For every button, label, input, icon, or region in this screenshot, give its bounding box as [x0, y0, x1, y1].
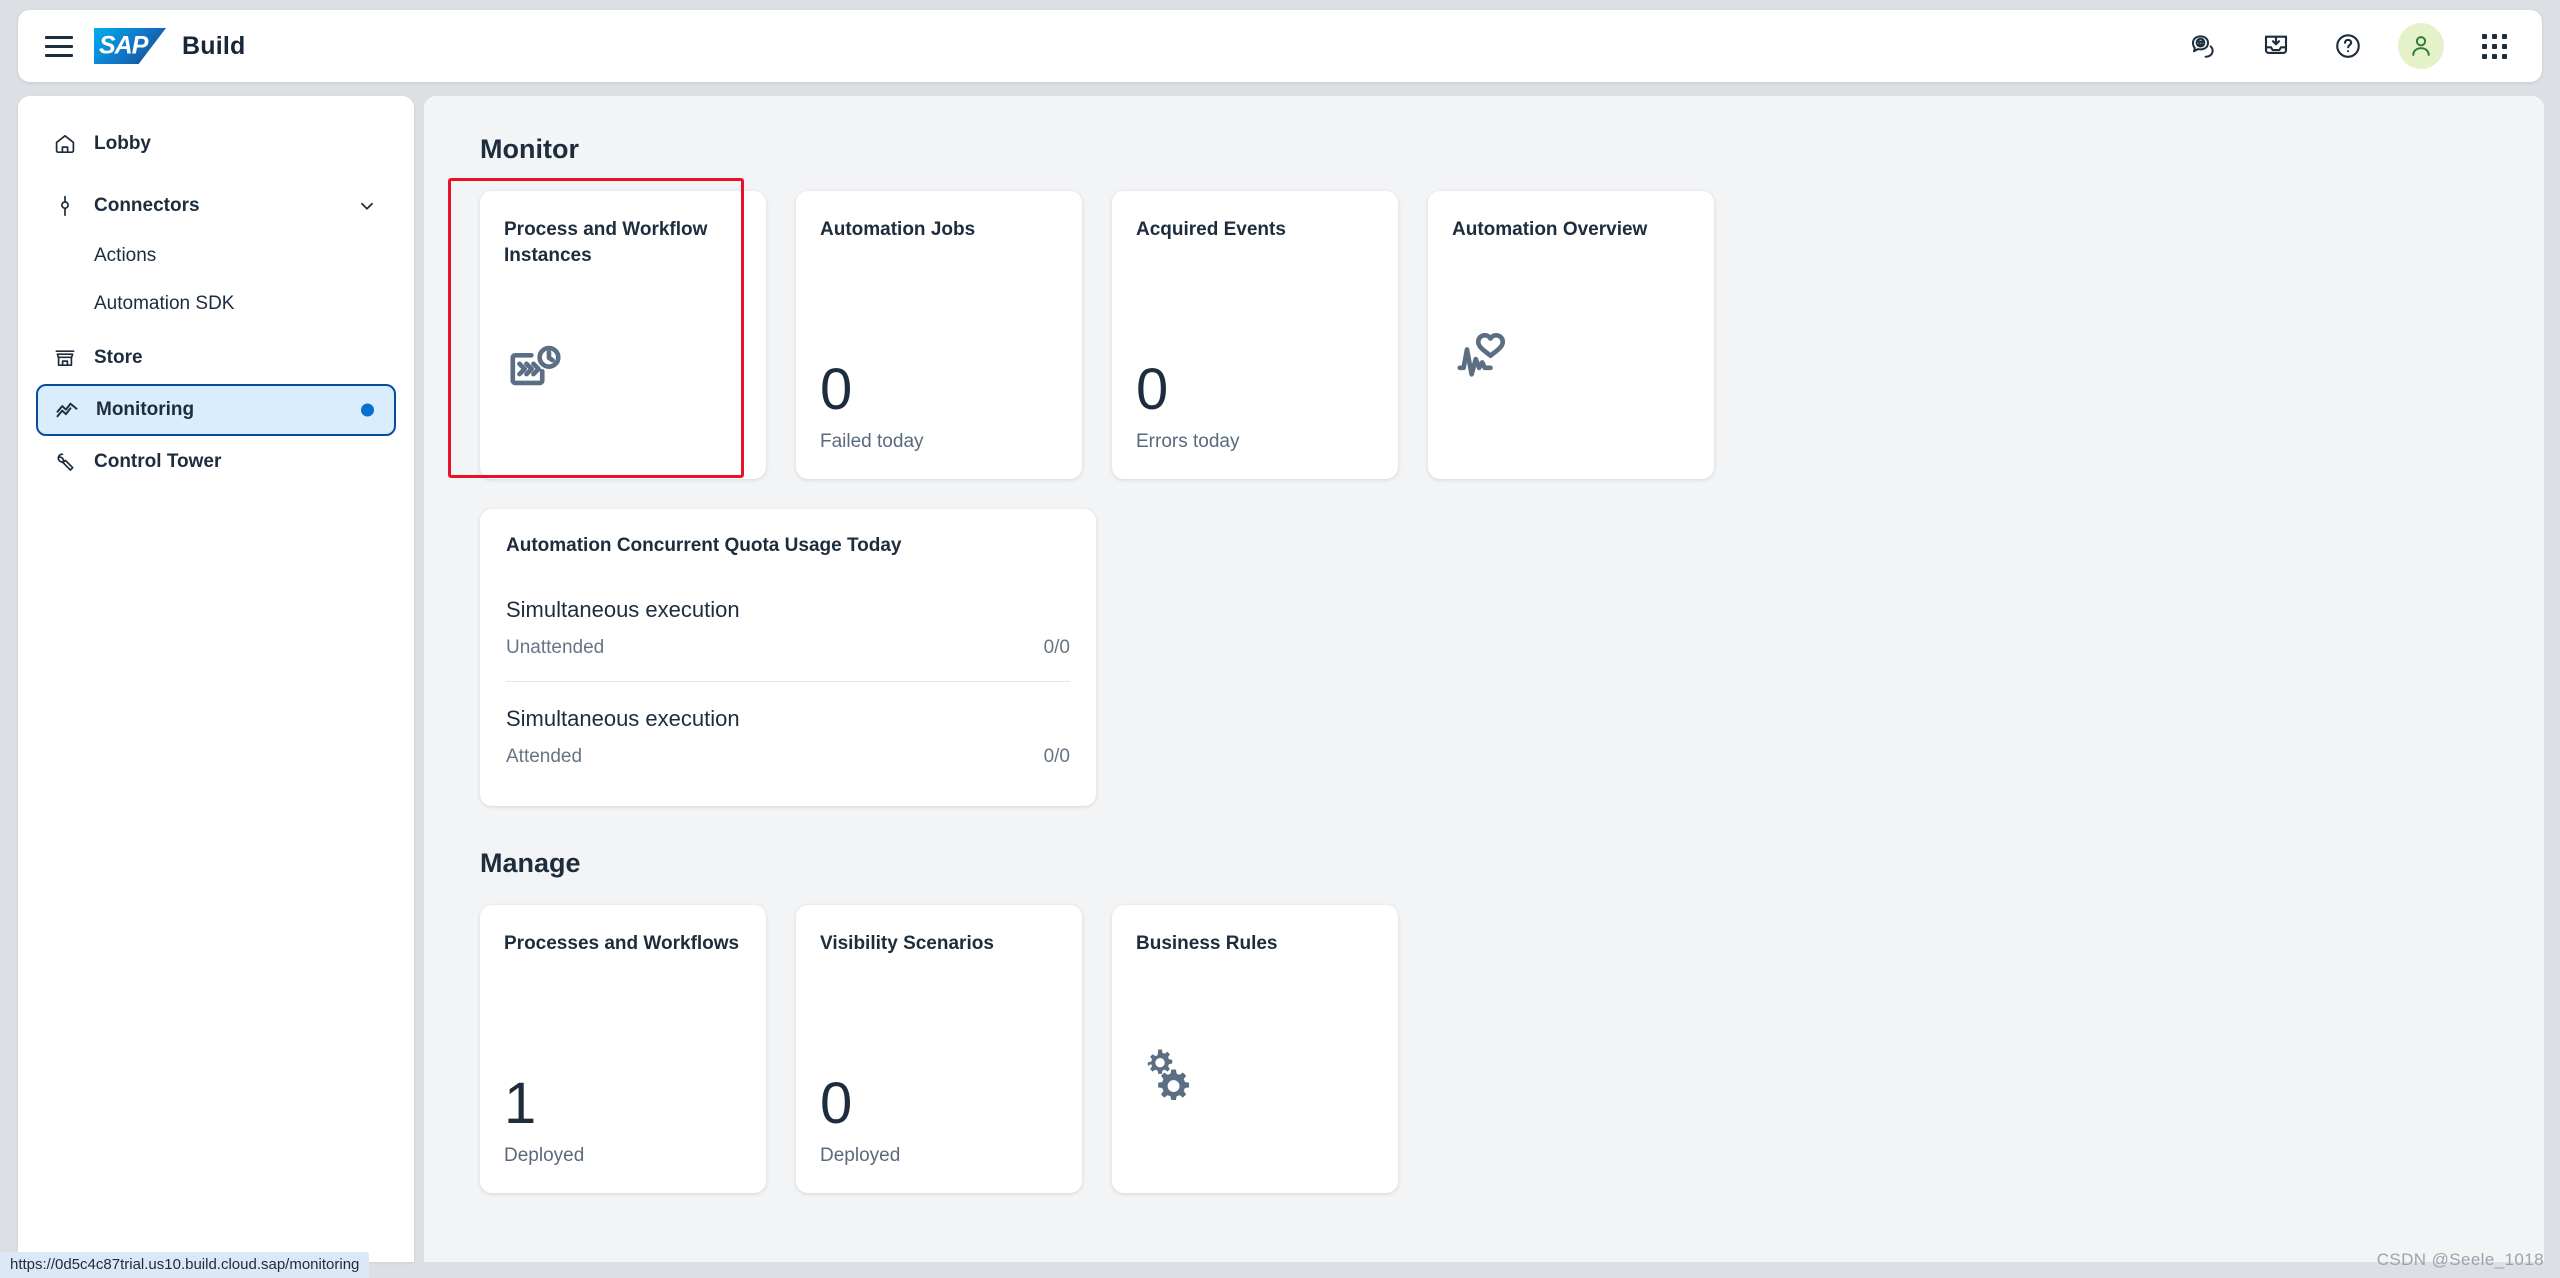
hamburger-icon[interactable] [40, 27, 78, 65]
quota-label: Unattended [506, 637, 605, 658]
tile-value: 0 [820, 357, 853, 422]
tile-processes-and-workflows[interactable]: Processes and Workflows 1 Deployed [480, 905, 766, 1193]
hamburger-bar [45, 35, 73, 39]
tile-value: 0 [820, 1071, 853, 1136]
app-grid-icon[interactable] [2472, 24, 2516, 68]
inbox-download-icon[interactable] [2254, 24, 2298, 68]
top-bar-actions [2182, 23, 2516, 69]
watermark: CSDN @Seele_1018 [2376, 1250, 2544, 1269]
status-bar-url: https://0d5c4c87trial.us10.build.cloud.s… [0, 1252, 370, 1278]
tile-business-rules[interactable]: Business Rules [1112, 905, 1398, 1193]
quota-main-label: Simultaneous execution [506, 597, 740, 622]
tile-process-and-workflow-instances[interactable]: Process and Workflow Instances [480, 191, 766, 479]
tile-automation-overview[interactable]: Automation Overview [1428, 191, 1714, 479]
tile-body: 0 Deployed [820, 957, 1058, 1167]
quota-value: 0/0 [1043, 746, 1070, 767]
chevron-down-icon[interactable] [356, 195, 378, 217]
quota-main-label: Simultaneous execution [506, 706, 740, 731]
quota-row-unattended: Simultaneous execution Unattended 0/0 [506, 597, 1070, 675]
top-bar: SAP Build [18, 10, 2542, 82]
manage-section-heading: Manage [480, 848, 581, 878]
home-icon [52, 131, 78, 157]
hamburger-bar [45, 53, 73, 57]
wrench-icon [52, 449, 78, 475]
monitoring-icon [54, 397, 80, 423]
avatar[interactable] [2398, 23, 2444, 69]
quota-value: 0/0 [1043, 637, 1070, 658]
tile-subtitle: Deployed [504, 1145, 585, 1166]
sidebar-item-label: Connectors [94, 195, 200, 216]
tile-body: 0 Errors today [1136, 243, 1374, 453]
monitor-section-heading: Monitor [480, 134, 579, 164]
sidebar-item-label: Monitoring [96, 399, 195, 420]
monitor-tiles-row: Process and Workflow Instances Automatio… [458, 191, 2510, 479]
quota-line: Attended 0/0 [506, 746, 1070, 768]
sidebar-item-automation-sdk[interactable]: Automation SDK [36, 280, 396, 328]
main-content: Monitor Process and Workflow Instances A… [424, 96, 2544, 1262]
sidebar: Lobby Connectors Actions Automation SDK [18, 96, 414, 1262]
card-automation-concurrent-quota-usage[interactable]: Automation Concurrent Quota Usage Today … [480, 509, 1096, 806]
quota-label: Attended [506, 746, 583, 767]
tile-title: Acquired Events [1136, 219, 1286, 240]
tile-automation-jobs[interactable]: Automation Jobs 0 Failed today [796, 191, 1082, 479]
store-icon [52, 345, 78, 371]
tile-acquired-events[interactable]: Acquired Events 0 Errors today [1112, 191, 1398, 479]
sidebar-item-label: Automation SDK [94, 293, 235, 314]
sap-logo-text: SAP [99, 31, 148, 60]
sidebar-item-actions[interactable]: Actions [36, 232, 396, 280]
tile-title: Business Rules [1136, 933, 1278, 954]
sidebar-item-store[interactable]: Store [36, 332, 396, 384]
process-instances-icon [504, 268, 742, 453]
tile-title: Automation Jobs [820, 219, 976, 240]
tile-subtitle: Errors today [1136, 431, 1240, 452]
feedback-icon[interactable] [2182, 24, 2226, 68]
page-title: Build [182, 31, 246, 60]
sidebar-item-label: Control Tower [94, 451, 222, 472]
connector-icon [52, 193, 78, 219]
heartbeat-icon [1452, 243, 1690, 453]
app-grid-dots [2481, 33, 2507, 59]
gears-icon [1136, 957, 1374, 1167]
tile-body: 0 Failed today [820, 243, 1058, 453]
tile-title: Process and Workflow Instances [504, 219, 708, 266]
quota-row-attended: Simultaneous execution Attended 0/0 [506, 682, 1070, 784]
help-icon[interactable] [2326, 24, 2370, 68]
hamburger-bar [45, 44, 73, 48]
sidebar-item-monitoring[interactable]: Monitoring [36, 384, 396, 436]
tile-subtitle: Deployed [820, 1145, 901, 1166]
notification-dot [361, 403, 374, 417]
sidebar-item-lobby[interactable]: Lobby [36, 118, 396, 170]
sidebar-item-connectors[interactable]: Connectors [36, 180, 396, 232]
card-title: Automation Concurrent Quota Usage Today [506, 535, 902, 556]
sidebar-item-label: Lobby [94, 133, 151, 154]
tile-title: Processes and Workflows [504, 933, 740, 954]
tile-value: 0 [1136, 357, 1169, 422]
tile-title: Visibility Scenarios [820, 933, 994, 954]
sidebar-item-label: Store [94, 347, 143, 368]
sidebar-item-control-tower[interactable]: Control Tower [36, 436, 396, 488]
tile-title: Automation Overview [1452, 219, 1648, 240]
tile-body: 1 Deployed [504, 957, 742, 1167]
manage-tiles-row: Processes and Workflows 1 Deployed Visib… [458, 905, 2510, 1193]
tile-value: 1 [504, 1071, 537, 1136]
sap-logo[interactable]: SAP [94, 28, 166, 64]
tile-subtitle: Failed today [820, 431, 924, 452]
quota-line: Unattended 0/0 [506, 637, 1070, 659]
tile-visibility-scenarios[interactable]: Visibility Scenarios 0 Deployed [796, 905, 1082, 1193]
sidebar-item-label: Actions [94, 245, 157, 266]
